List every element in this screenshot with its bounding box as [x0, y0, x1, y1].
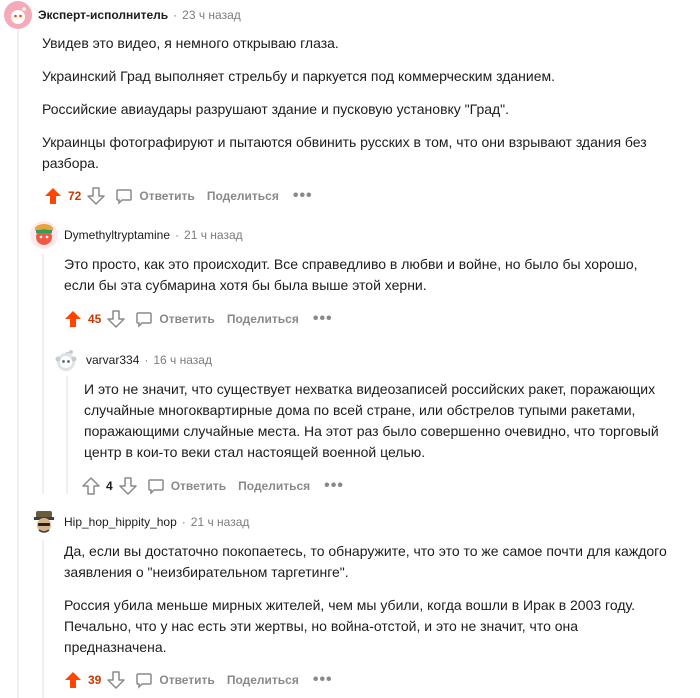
reply-label: Ответить: [159, 312, 215, 326]
arrow-down-icon: [107, 310, 126, 328]
comment-header: Hip_hop_hippity_hop · 21 ч назад: [30, 508, 694, 536]
comment-header: Эксперт-исполнитель · 23 ч назад: [4, 1, 694, 29]
comment-paragraph: И это не значит, что существует нехватка…: [84, 381, 659, 460]
separator-dot: ·: [175, 228, 180, 242]
arrow-down-icon: [118, 477, 137, 495]
comment-actions: 45 Ответить Поделиться •••: [30, 307, 694, 331]
more-options-button[interactable]: •••: [313, 672, 333, 688]
share-label: Поделиться: [238, 479, 311, 493]
comment-body: И это не значит, что существует нехватка…: [52, 379, 684, 463]
comment-paragraph: Россия убила меньше мирных жителей, чем …: [64, 597, 635, 655]
comment-timestamp[interactable]: 21 ч назад: [184, 228, 243, 242]
reply-label: Ответить: [170, 479, 227, 493]
separator-dot: ·: [181, 515, 186, 529]
speech-bubble-icon: [116, 189, 133, 205]
comment-timestamp[interactable]: 16 ч назад: [153, 353, 212, 367]
comment-timestamp[interactable]: 23 ч назад: [182, 8, 241, 22]
downvote-button[interactable]: [105, 307, 127, 331]
avatar[interactable]: [52, 346, 80, 374]
upvote-button[interactable]: [62, 668, 84, 692]
comment: varvar334 · 16 ч назад И это не значит, …: [52, 346, 694, 498]
reply-label: Ответить: [139, 189, 195, 203]
share-button[interactable]: Поделиться: [207, 189, 279, 203]
more-options-button[interactable]: •••: [293, 188, 313, 204]
speech-bubble-icon: [136, 673, 153, 689]
share-label: Поделиться: [226, 673, 299, 687]
speech-bubble-icon: [136, 312, 153, 328]
comment: Hip_hop_hippity_hop · 21 ч назад Да, есл…: [30, 508, 694, 692]
share-label: Поделиться: [226, 312, 299, 326]
comment-author[interactable]: Эксперт-исполнитель: [38, 8, 168, 22]
comment-paragraph: Да, если вы достаточно покопаетесь, то о…: [64, 543, 667, 580]
comment-body: Да, если вы достаточно покопаетесь, то о…: [30, 541, 684, 658]
upvote-button[interactable]: [42, 184, 64, 208]
arrow-up-icon: [45, 188, 61, 204]
comment-author[interactable]: Hip_hop_hippity_hop: [64, 515, 177, 529]
avatar[interactable]: [30, 508, 58, 536]
share-button[interactable]: Поделиться: [227, 673, 299, 687]
comment-actions: 39 Ответить Поделиться •••: [30, 668, 694, 692]
downvote-button[interactable]: [117, 474, 139, 498]
share-label: Поделиться: [206, 189, 279, 203]
comment-paragraph: Украинцы фотографируют и пытаются обвини…: [42, 134, 647, 171]
comment: Dymethyltryptamine · 21 ч назад Это прос…: [30, 221, 694, 331]
speech-bubble-icon: [147, 479, 164, 495]
more-options-button[interactable]: •••: [313, 311, 333, 327]
comment-paragraph: Увидев это видео, я немного открываю гла…: [42, 35, 339, 51]
comment-header: Dymethyltryptamine · 21 ч назад: [30, 221, 694, 249]
reply-button[interactable]: Ответить: [135, 671, 215, 689]
vote-score: 45: [88, 312, 102, 326]
upvote-button[interactable]: [62, 307, 84, 331]
comment: Эксперт-исполнитель · 23 ч назад Увидев …: [4, 1, 694, 208]
downvote-button[interactable]: [85, 184, 107, 208]
comment-body: Это просто, как это происходит. Все спра…: [30, 254, 664, 296]
comment-body: Увидев это видео, я немного открываю гла…: [4, 33, 682, 174]
arrow-up-icon: [82, 477, 100, 495]
share-button[interactable]: Поделиться: [238, 479, 310, 493]
comment-header: varvar334 · 16 ч назад: [52, 346, 694, 374]
avatar[interactable]: [4, 1, 32, 29]
vote-score: 39: [88, 673, 102, 687]
separator-dot: ·: [173, 8, 178, 22]
arrow-down-icon: [107, 671, 126, 689]
downvote-button[interactable]: [105, 668, 127, 692]
comment-paragraph: Украинский Град выполняет стрельбу и пар…: [42, 68, 556, 84]
comment-paragraph: Это просто, как это происходит. Все спра…: [64, 256, 638, 293]
comment-timestamp[interactable]: 21 ч назад: [191, 515, 250, 529]
more-options-button[interactable]: •••: [324, 478, 344, 494]
reply-button[interactable]: Ответить: [135, 310, 215, 328]
arrow-down-icon: [87, 187, 106, 205]
arrow-up-icon: [65, 672, 81, 688]
vote-score: 4: [106, 479, 113, 493]
share-button[interactable]: Поделиться: [227, 312, 299, 326]
separator-dot: ·: [144, 353, 149, 367]
arrow-up-icon: [65, 311, 81, 327]
upvote-button[interactable]: [80, 474, 102, 498]
reply-label: Ответить: [159, 673, 215, 687]
comment-author[interactable]: Dymethyltryptamine: [64, 228, 170, 242]
comment-author[interactable]: varvar334: [86, 353, 139, 367]
vote-score: 72: [68, 189, 82, 203]
reply-button[interactable]: Ответить: [115, 187, 195, 205]
comment-actions: 72 Ответить Поделиться •••: [4, 184, 694, 208]
comment-actions: 4 Ответить Поделиться •••: [52, 474, 694, 498]
comment-paragraph: Российские авиаудары разрушают здание и …: [42, 101, 510, 117]
reply-button[interactable]: Ответить: [147, 477, 226, 495]
avatar[interactable]: [30, 221, 58, 249]
